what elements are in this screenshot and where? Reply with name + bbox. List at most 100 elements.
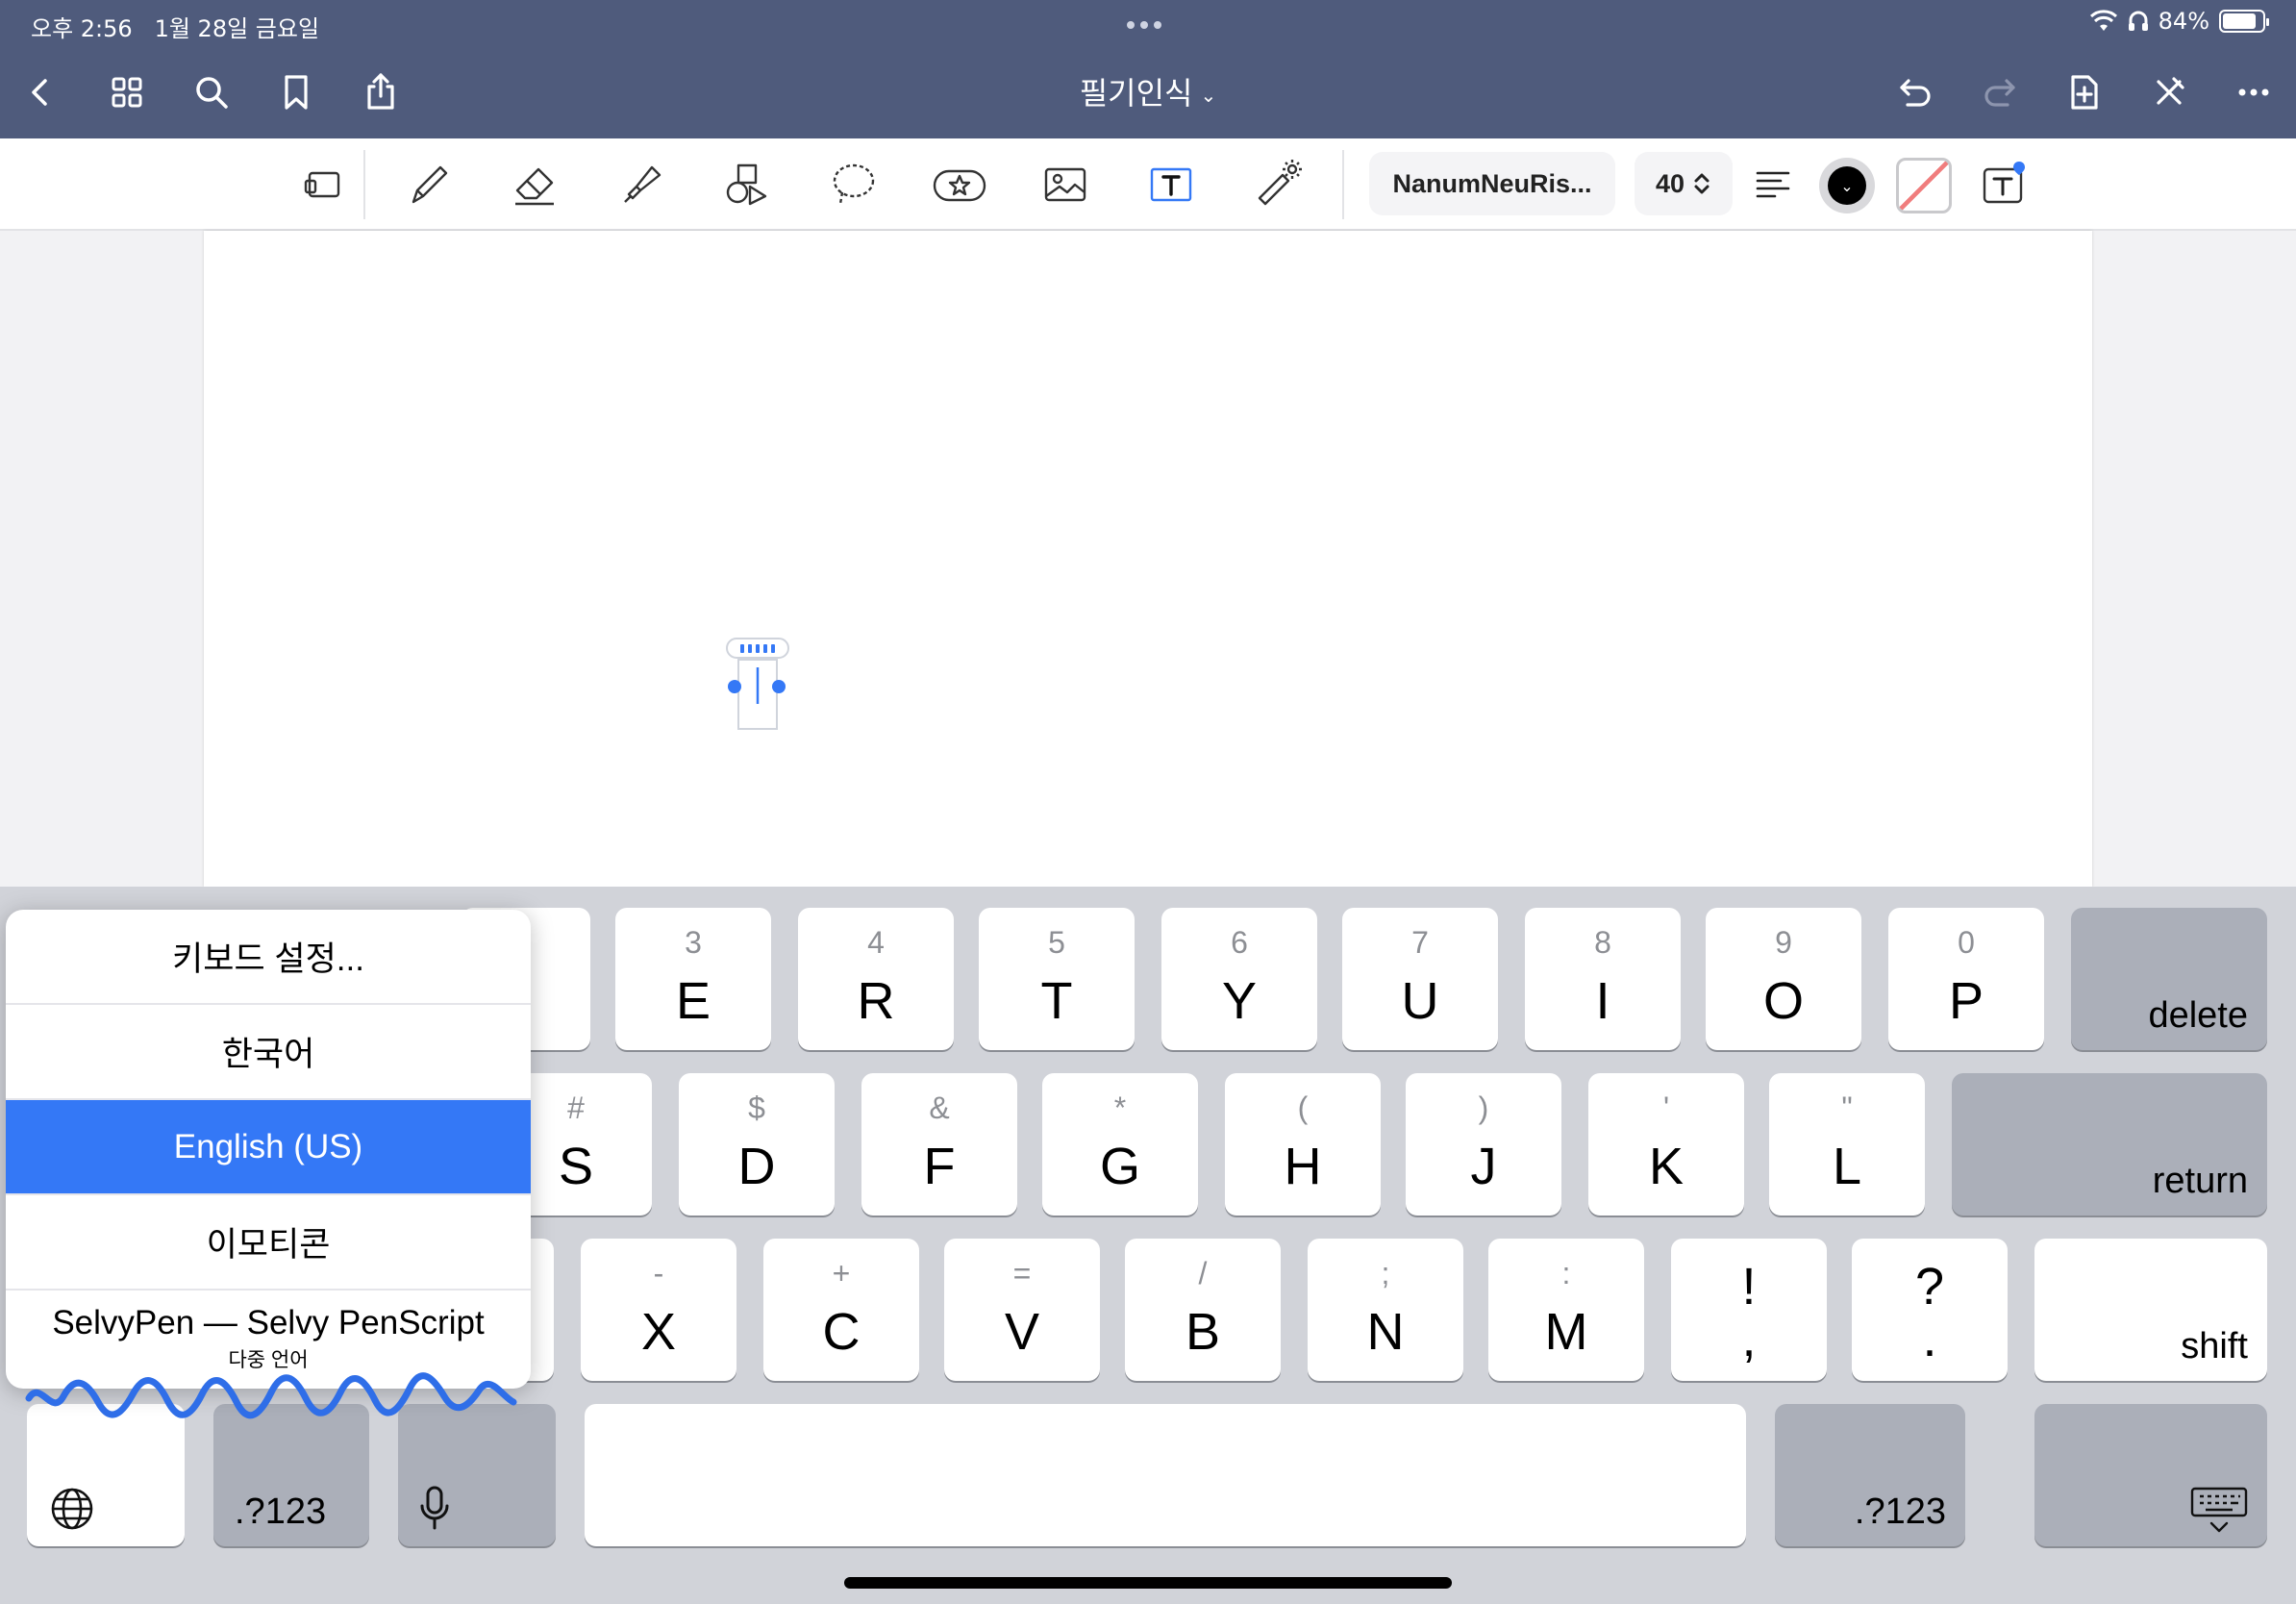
font-family-label: NanumNeuRis... (1392, 168, 1592, 198)
selection-tool-button[interactable] (292, 154, 354, 215)
return-key[interactable]: return (1952, 1073, 2267, 1216)
text-box-cursor[interactable] (725, 637, 794, 733)
key-y[interactable]: 6Y (1161, 908, 1317, 1050)
close-tools-button[interactable] (2142, 65, 2196, 119)
home-indicator[interactable] (844, 1577, 1452, 1589)
keyboard-dismiss-icon (2190, 1487, 2248, 1533)
key-g[interactable]: * G (1042, 1073, 1198, 1216)
menu-item-keyboard-settings[interactable]: 키보드 설정... (6, 910, 531, 1005)
key-h[interactable]: (H (1225, 1073, 1381, 1216)
key-p[interactable]: 0P (1888, 908, 2044, 1050)
font-family-selector[interactable]: NanumNeuRis... (1369, 152, 1615, 215)
key-l[interactable]: " L (1769, 1073, 1925, 1216)
pen-tool-button[interactable] (398, 154, 460, 215)
delete-key[interactable]: delete (2071, 908, 2267, 1050)
key-sub: ; (1381, 1256, 1390, 1291)
note-page[interactable] (204, 231, 2092, 887)
document-title-button[interactable]: 필기인식 ⌄ (1052, 69, 1244, 113)
key-x[interactable]: -X (581, 1239, 736, 1381)
key-top: ? (1914, 1258, 1945, 1316)
laser-pointer-tool-button[interactable] (1246, 154, 1308, 215)
handwriting-squiggle-annotation (25, 1372, 517, 1419)
share-button[interactable] (354, 65, 408, 119)
redo-icon (1984, 79, 2015, 107)
key-top: ! (1741, 1258, 1757, 1316)
image-tool-button[interactable] (1035, 154, 1096, 215)
undo-button[interactable] (1888, 65, 1942, 119)
battery-icon (2219, 10, 2269, 33)
key-sub: ( (1297, 1090, 1309, 1125)
key-v[interactable]: = V (944, 1239, 1100, 1381)
space-key[interactable] (585, 1404, 1746, 1546)
laser-pointer-icon (1258, 160, 1302, 206)
add-page-button[interactable] (2058, 65, 2111, 119)
key-label: delete (2148, 995, 2248, 1036)
text-style-icon (1983, 162, 2025, 204)
key-o[interactable]: 9O (1706, 908, 1861, 1050)
key-t[interactable]: 5T (979, 908, 1135, 1050)
lasso-icon (833, 163, 875, 205)
key-n[interactable]: ; N (1308, 1239, 1463, 1381)
background-fill-button[interactable] (1896, 158, 1952, 213)
status-time: 오후 2:56 1월 28일 금요일 (31, 10, 319, 43)
text-tool-button[interactable] (1140, 154, 1202, 215)
numbers-key-right[interactable]: .?123 (1775, 1404, 1965, 1546)
eraser-tool-button[interactable] (504, 154, 565, 215)
key-e[interactable]: 3E (615, 908, 771, 1050)
key-bottom: , (1741, 1310, 1757, 1367)
key-bottom: . (1922, 1310, 1937, 1367)
align-left-icon (1756, 171, 1790, 198)
key-sub: * (1113, 1090, 1127, 1125)
key-sub: " (1841, 1090, 1853, 1125)
status-clock: 오후 2:56 (31, 15, 133, 42)
menu-item-english-us[interactable]: English (US) (6, 1100, 531, 1195)
key-main: R (857, 972, 895, 1030)
back-button[interactable] (13, 65, 67, 119)
key-k[interactable]: ' K (1588, 1073, 1744, 1216)
status-date: 1월 28일 금요일 (154, 15, 320, 42)
dismiss-keyboard-key[interactable] (2034, 1404, 2267, 1546)
key-i[interactable]: 8I (1525, 908, 1681, 1050)
key-main: N (1366, 1303, 1405, 1361)
menu-item-korean[interactable]: 한국어 (6, 1005, 531, 1100)
highlighter-tool-button[interactable] (611, 154, 673, 215)
key-main: K (1648, 1138, 1685, 1195)
more-button[interactable] (2227, 65, 2281, 119)
key-main: G (1099, 1138, 1140, 1195)
key-sub: / (1198, 1256, 1208, 1291)
text-style-presets-button[interactable] (1973, 154, 2034, 215)
font-size-selector[interactable]: 40 (1635, 152, 1733, 215)
search-button[interactable] (185, 65, 238, 119)
key-question-period[interactable]: ?. (1852, 1239, 2008, 1381)
shift-key-right[interactable]: shift (2034, 1239, 2267, 1381)
key-m[interactable]: :M (1488, 1239, 1644, 1381)
key-u[interactable]: 7U (1342, 908, 1498, 1050)
key-sub: ) (1478, 1090, 1489, 1125)
key-b[interactable]: / B (1125, 1239, 1281, 1381)
text-align-button[interactable] (1742, 154, 1804, 215)
key-main: L (1832, 1138, 1862, 1195)
redo-button[interactable] (1973, 65, 2027, 119)
page-grid-button[interactable] (100, 65, 154, 119)
multitasking-dots-icon[interactable] (1127, 21, 1161, 29)
font-size-label: 40 (1655, 168, 1685, 198)
key-d[interactable]: $ D (679, 1073, 835, 1216)
key-c[interactable]: + C (763, 1239, 919, 1381)
menu-item-emoji[interactable]: 이모티콘 (6, 1195, 531, 1291)
key-exclamation-comma[interactable]: !, (1671, 1239, 1827, 1381)
bookmark-button[interactable] (269, 65, 323, 119)
key-j[interactable]: ) J (1406, 1073, 1561, 1216)
bookmark-icon (285, 75, 308, 110)
sticker-tool-button[interactable] (929, 154, 990, 215)
key-main: F (923, 1138, 956, 1195)
menu-item-label: 키보드 설정... (172, 940, 364, 978)
key-sub: $ (748, 1090, 765, 1125)
lasso-tool-button[interactable] (823, 154, 885, 215)
key-r[interactable]: 4R (798, 908, 954, 1050)
chevron-down-icon: ⌄ (1828, 166, 1866, 205)
shapes-tool-button[interactable] (717, 154, 779, 215)
grid-icon (112, 77, 142, 108)
key-f[interactable]: & F (861, 1073, 1017, 1216)
more-icon (2238, 88, 2269, 96)
text-color-button[interactable]: ⌄ (1819, 158, 1875, 213)
